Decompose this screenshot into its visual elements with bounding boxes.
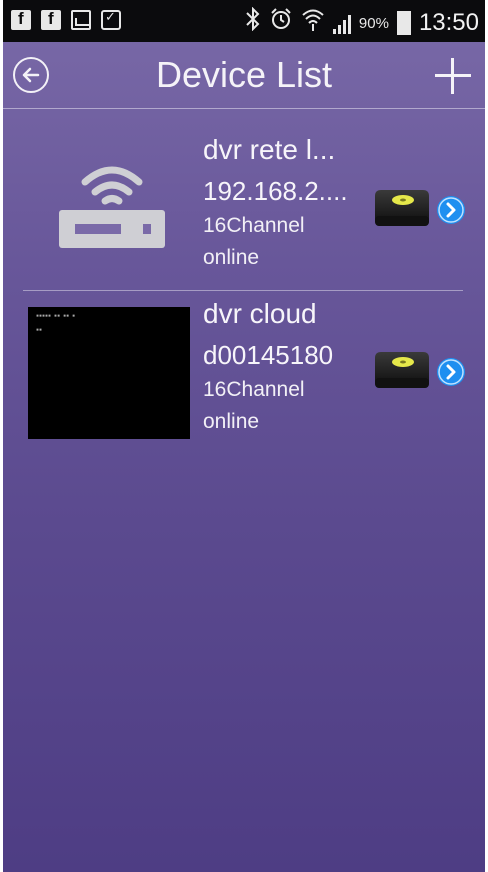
status-bar: 90% 13:50 xyxy=(3,0,485,42)
device-status: online xyxy=(203,410,260,433)
device-list-item[interactable]: dvr rete l... 192.168.2.... 16Channel on… xyxy=(3,110,485,290)
hard-drive-icon[interactable] xyxy=(373,186,431,230)
hard-drive-icon[interactable] xyxy=(373,348,431,392)
gallery-icon xyxy=(71,10,91,30)
device-list-item[interactable]: ▪▪▪▪▪ ▪▪ ▪▪ ▪ ▪▪ dvr cloud d00145180 16C… xyxy=(3,292,485,472)
device-channels: 16Channel xyxy=(203,214,305,237)
app-header: Device List xyxy=(3,42,485,109)
list-divider xyxy=(23,290,463,291)
signal-icon xyxy=(332,12,351,34)
bluetooth-icon xyxy=(245,6,261,39)
router-icon xyxy=(59,166,165,248)
device-channels: 16Channel xyxy=(203,378,305,401)
clock-time: 13:50 xyxy=(418,9,479,36)
device-status: online xyxy=(203,246,260,269)
chevron-right-icon xyxy=(438,359,464,385)
app-screen: 90% 13:50 Device List dvr rete l... 192.… xyxy=(3,0,485,872)
device-detail-button[interactable] xyxy=(437,358,465,386)
battery-charging-icon xyxy=(396,11,411,35)
facebook-icon xyxy=(11,9,31,30)
shopping-bag-icon xyxy=(101,10,121,30)
add-device-button[interactable] xyxy=(433,56,473,96)
device-address: 192.168.2.... xyxy=(203,176,348,206)
alarm-icon xyxy=(269,7,293,39)
facebook-icon xyxy=(41,9,61,30)
video-snapshot: ▪▪▪▪▪ ▪▪ ▪▪ ▪ ▪▪ xyxy=(28,307,190,439)
device-name: dvr cloud xyxy=(203,298,317,329)
page-title: Device List xyxy=(155,54,333,95)
wifi-icon xyxy=(301,6,325,40)
device-name: dvr rete l... xyxy=(203,134,336,165)
device-address: d00145180 xyxy=(203,340,334,370)
device-detail-button[interactable] xyxy=(437,196,465,224)
chevron-right-icon xyxy=(438,197,464,223)
battery-percent: 90% xyxy=(358,14,389,32)
